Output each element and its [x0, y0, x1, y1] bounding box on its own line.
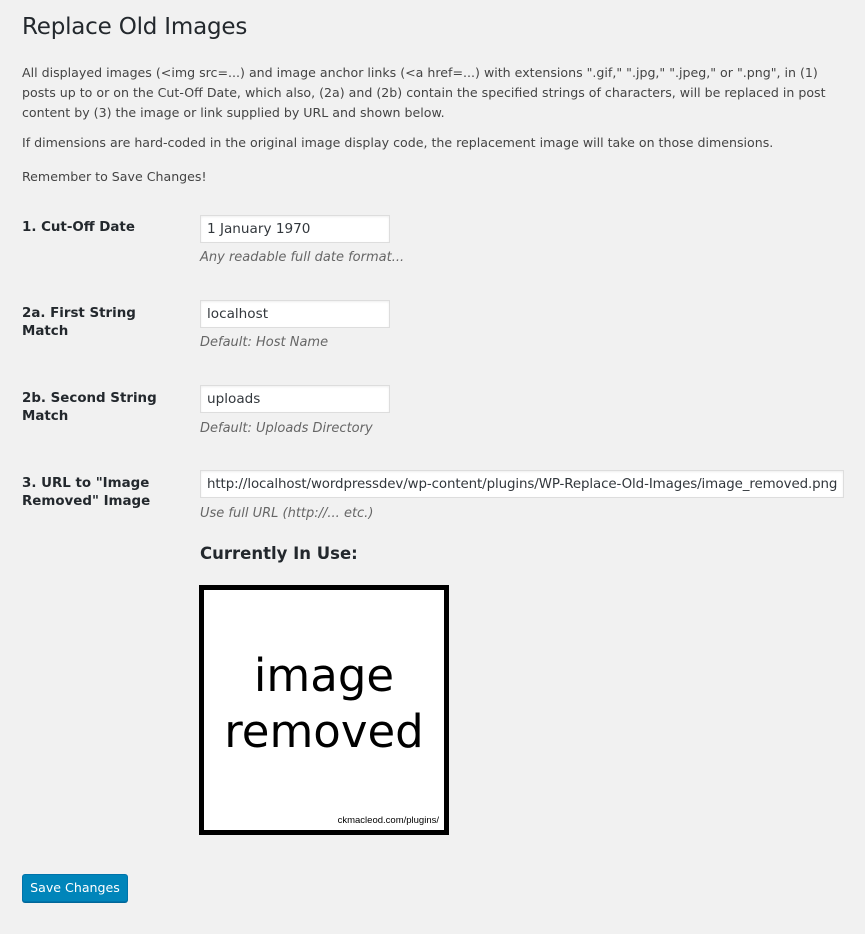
image-url-input[interactable] [200, 470, 844, 498]
image-removed-preview: image removed ckmacleod.com/plugins/ [199, 585, 449, 835]
preview-credit: ckmacleod.com/plugins/ [337, 815, 439, 826]
currently-in-use-heading: Currently In Use: [200, 544, 358, 563]
dimensions-note: If dimensions are hard-coded in the orig… [22, 135, 774, 150]
image-url-hint: Use full URL (http://... etc.) [200, 506, 374, 521]
intro-text: All displayed images (<img src=...) and … [22, 65, 826, 120]
first-string-input[interactable] [200, 300, 390, 328]
second-string-input[interactable] [200, 385, 390, 413]
preview-text-line-1: image [253, 649, 395, 702]
settings-page: Replace Old Images All displayed images … [0, 0, 865, 934]
cutoff-date-input[interactable] [200, 215, 390, 243]
cutoff-date-hint: Any readable full date format... [200, 250, 405, 265]
save-changes-button[interactable]: Save Changes [22, 874, 128, 902]
save-reminder: Remember to Save Changes! [22, 169, 207, 184]
preview-text: image removed [204, 648, 444, 760]
image-url-label: 3. URL to "Image Removed" Image [22, 476, 151, 509]
page-title: Replace Old Images [22, 14, 248, 40]
first-string-hint: Default: Host Name [200, 335, 329, 350]
second-string-hint: Default: Uploads Directory [200, 421, 373, 436]
first-string-label: 2a. First String Match [22, 306, 136, 339]
second-string-label: 2b. Second String Match [22, 391, 157, 424]
preview-text-line-2: removed [224, 705, 424, 758]
cutoff-date-label: 1. Cut-Off Date [22, 220, 135, 235]
